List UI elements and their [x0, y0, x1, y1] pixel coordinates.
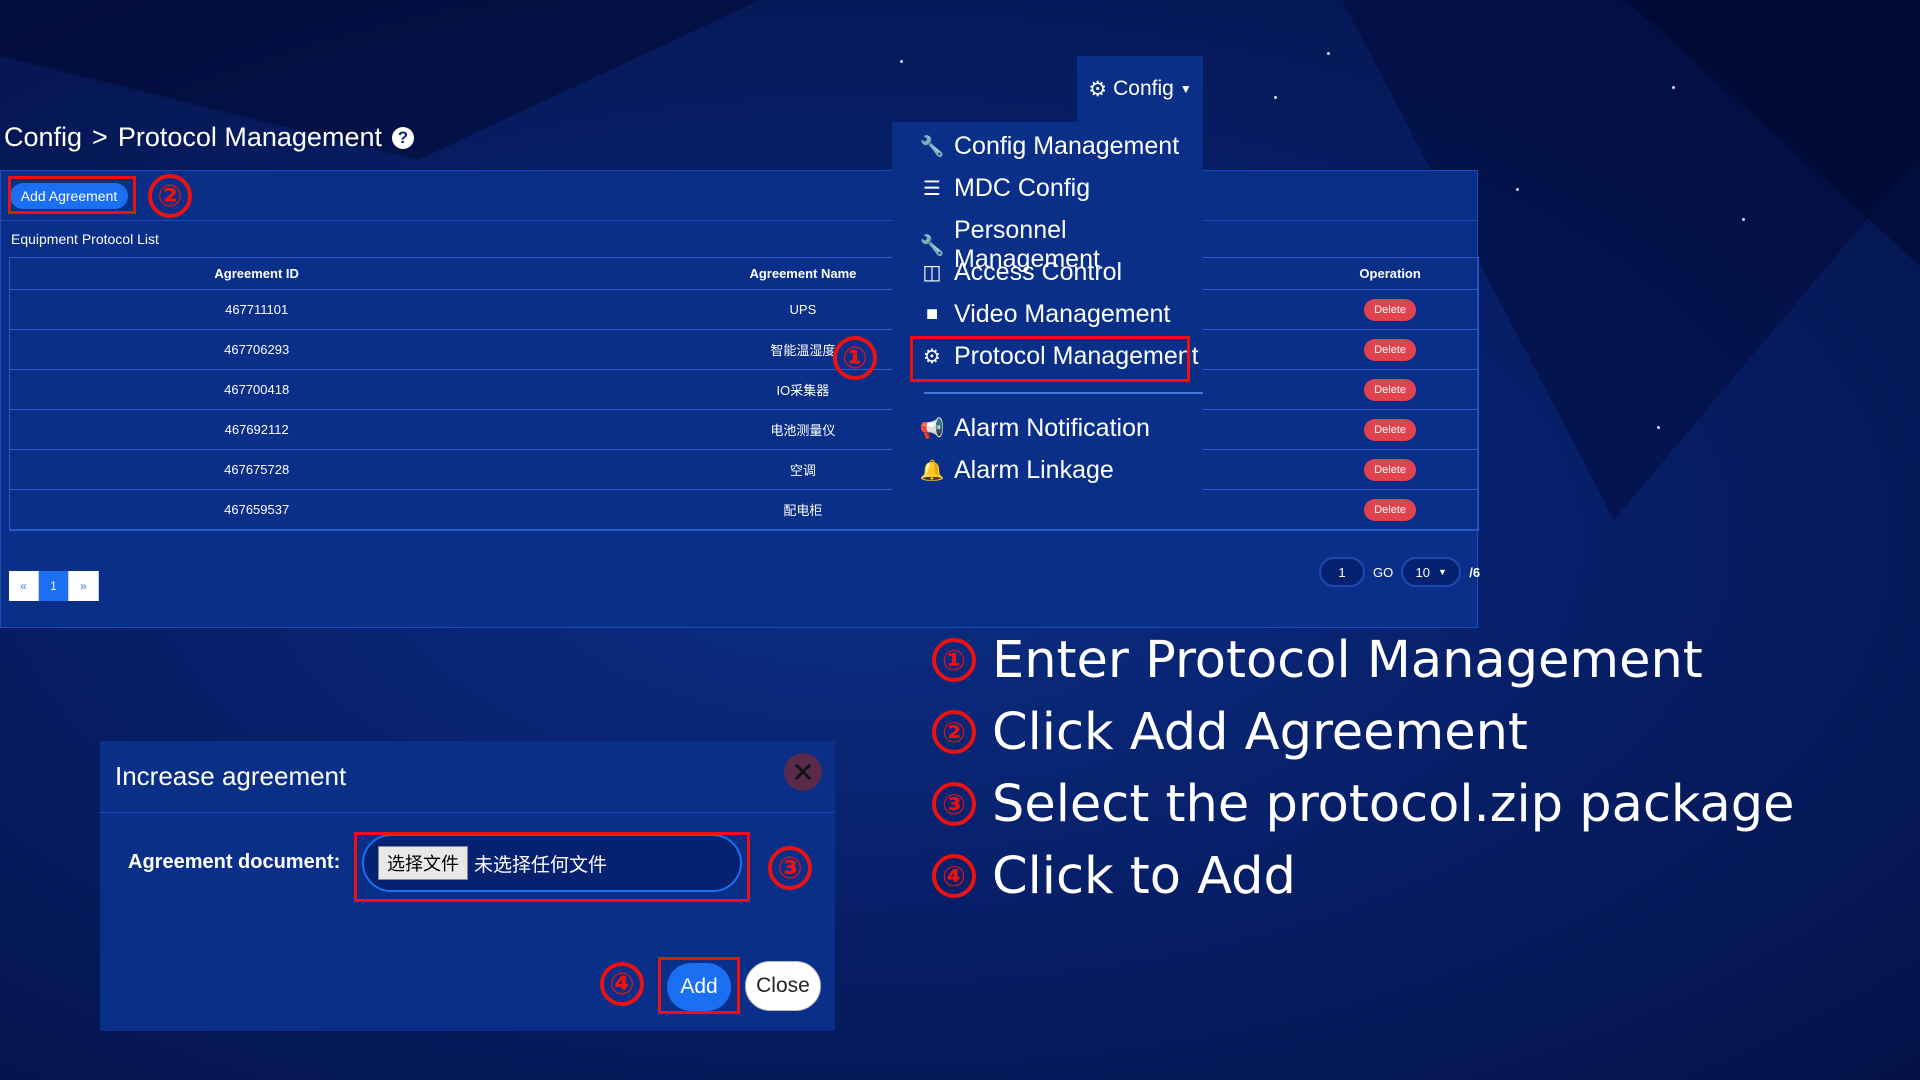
help-icon[interactable]: ? — [391, 126, 414, 149]
menu-item-alarm-notification[interactable]: 📢 Alarm Notification — [920, 414, 1150, 443]
columns-icon: ◫ — [922, 262, 942, 284]
table-row: 467675728 空调 Delete — [10, 450, 1478, 490]
menu-item-access-control[interactable]: ◫ Access Control — [920, 258, 1123, 287]
video-icon: ■ — [925, 303, 939, 325]
list-title: Equipment Protocol List — [11, 231, 159, 247]
config-menu-label: Config — [1113, 77, 1174, 100]
prev-page-button[interactable]: « — [9, 571, 39, 601]
star-dot — [900, 60, 903, 63]
annotation-3: ③ — [768, 846, 812, 890]
step-text: Select the protocol.zip package — [992, 774, 1795, 834]
step-item: ④ Click to Add — [932, 840, 1795, 912]
page-size-value: 10 — [1415, 564, 1430, 580]
menu-item-mdc-config[interactable]: ☰ MDC Config — [920, 174, 1090, 203]
menu-item-config-management[interactable]: 🔧 Config Management — [919, 132, 1180, 161]
protocol-table: Agreement ID Agreement Name Operation 46… — [9, 257, 1479, 531]
annotation-1: ① — [833, 336, 877, 380]
close-button[interactable]: Close — [745, 961, 821, 1011]
bullhorn-icon: 📢 — [919, 418, 945, 440]
gear-icon: ⚙ — [1088, 77, 1108, 101]
header-operation: Operation — [1359, 266, 1421, 281]
step-number: ② — [932, 710, 976, 754]
caret-down-icon: ▼ — [1438, 567, 1447, 577]
instruction-steps: ① Enter Protocol Management ② Click Add … — [932, 624, 1795, 912]
page-jump: 1 GO 10 ▼ /6 — [1319, 557, 1480, 587]
step-text: Click to Add — [992, 846, 1296, 906]
modal-header: Increase agreement ✕ — [100, 741, 835, 813]
step-item: ① Enter Protocol Management — [932, 624, 1795, 696]
table-row: 467711101 UPS Delete — [10, 290, 1478, 330]
pagination: « 1 » — [9, 571, 99, 601]
delete-button[interactable]: Delete — [1364, 338, 1417, 361]
panel-toolbar: Add Agreement — [1, 171, 1477, 221]
step-number: ③ — [932, 782, 976, 826]
list-icon: ☰ — [923, 178, 941, 200]
header-agreement-id: Agreement ID — [214, 266, 299, 281]
cell-agreement-id: 467659537 — [224, 502, 290, 517]
breadcrumb: Config > Protocol Management ? — [4, 122, 414, 153]
step-item: ② Click Add Agreement — [932, 696, 1795, 768]
star-dot — [1327, 52, 1330, 55]
go-button[interactable]: GO — [1373, 565, 1393, 580]
highlight-add-button — [658, 957, 740, 1014]
annotation-4: ④ — [600, 962, 644, 1006]
breadcrumb-separator: > — [92, 122, 108, 152]
modal-title: Increase agreement — [115, 761, 347, 791]
step-number: ④ — [932, 854, 976, 898]
cell-agreement-id: 467706293 — [224, 342, 290, 357]
star-dot — [1657, 426, 1660, 429]
highlight-add-agreement — [8, 176, 136, 214]
table-header: Agreement ID Agreement Name Operation — [10, 258, 1478, 290]
page-1-button[interactable]: 1 — [39, 571, 69, 601]
menu-item-alarm-linkage[interactable]: 🔔 Alarm Linkage — [920, 456, 1114, 485]
annotation-2: ② — [148, 174, 192, 218]
delete-button[interactable]: Delete — [1364, 378, 1417, 401]
breadcrumb-root[interactable]: Config — [4, 122, 82, 153]
config-dropdown: 🔧 Config Management ☰ MDC Config 🔧 Personne… — [892, 122, 1203, 492]
agreement-document-label: Agreement document: — [128, 851, 341, 873]
menu-divider — [924, 392, 1203, 394]
delete-button[interactable]: Delete — [1364, 498, 1417, 521]
step-number: ① — [932, 638, 976, 682]
star-dot — [1742, 218, 1745, 221]
bell-icon: 🔔 — [919, 460, 945, 482]
page-total: /6 — [1469, 564, 1481, 580]
caret-down-icon: ▼ — [1179, 82, 1192, 96]
step-text: Click Add Agreement — [992, 702, 1528, 762]
protocol-panel: Add Agreement Equipment Protocol List Ag… — [0, 170, 1480, 628]
cell-agreement-id: 467700418 — [224, 382, 290, 397]
delete-button[interactable]: Delete — [1364, 418, 1417, 441]
config-menu-toggle[interactable]: ⚙ Config ▼ — [1077, 56, 1203, 122]
cell-agreement-id: 467711101 — [225, 302, 289, 317]
highlight-file-input — [354, 832, 750, 902]
delete-button[interactable]: Delete — [1364, 298, 1417, 321]
page-title: Protocol Management — [117, 122, 382, 152]
delete-button[interactable]: Delete — [1364, 458, 1417, 481]
cell-agreement-name: 配电柜 — [783, 503, 823, 518]
page-size-select[interactable]: 10 ▼ — [1401, 557, 1462, 587]
table-row: 467659537 配电柜 Delete — [10, 490, 1478, 530]
step-item: ③ Select the protocol.zip package — [932, 768, 1795, 840]
table-row: 467706293 智能温湿度 Delete — [10, 330, 1478, 370]
step-text: Enter Protocol Management — [992, 630, 1703, 690]
cell-agreement-id: 467675728 — [224, 462, 290, 477]
next-page-button[interactable]: » — [69, 571, 99, 601]
star-dot — [1274, 96, 1277, 99]
cell-agreement-id: 467692112 — [224, 422, 289, 437]
star-dot — [1672, 86, 1675, 89]
table-row: 467692112 电池测量仪 Delete — [10, 410, 1478, 450]
close-icon[interactable]: ✕ — [784, 753, 822, 791]
highlight-protocol-management — [910, 336, 1190, 382]
page-number-input[interactable]: 1 — [1319, 557, 1365, 587]
star-dot — [1516, 188, 1519, 191]
table-row: 467700418 IO采集器 Delete — [10, 370, 1478, 410]
wrench-icon: 🔧 — [919, 234, 945, 257]
menu-item-video-management[interactable]: ■ Video Management — [920, 300, 1170, 329]
wrench-icon: 🔧 — [919, 136, 945, 158]
